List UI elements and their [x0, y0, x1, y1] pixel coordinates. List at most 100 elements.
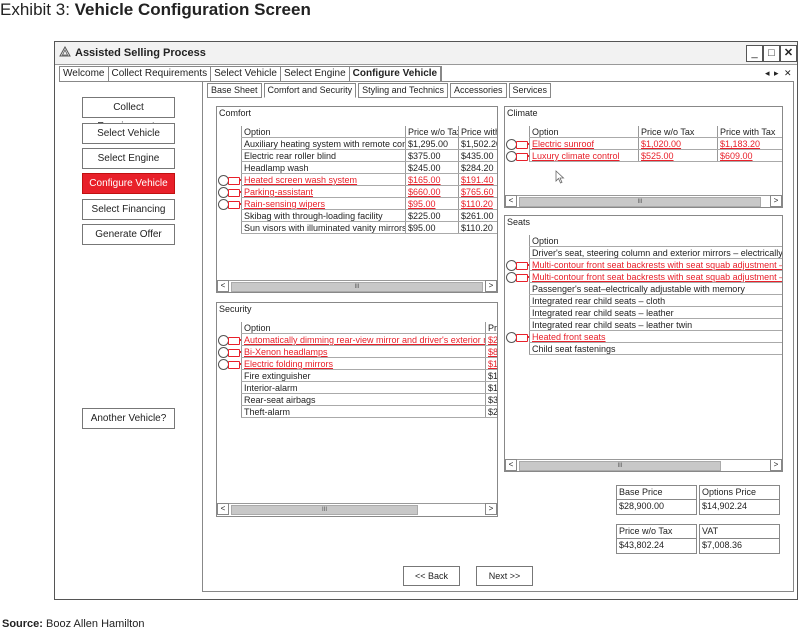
comfort-option-row[interactable]: Parking-assistant $660.00 $765.60 [217, 186, 497, 198]
climate-header-row: Option Price w/o Tax Price with Tax [505, 126, 782, 138]
tab-select-vehicle[interactable]: Select Vehicle [211, 67, 281, 81]
comfort-option-row[interactable]: Auxiliary heating system with remote con… [217, 138, 497, 150]
source-text: Booz Allen Hamilton [42, 618, 145, 630]
config-tabs: Base Sheet Comfort and Security Styling … [207, 83, 553, 98]
scroll-left-icon[interactable]: < [505, 459, 517, 471]
tab-close-icon[interactable]: ✕ [784, 68, 792, 79]
security-hscrollbar[interactable]: < III > [217, 503, 497, 515]
exhibit-heading: Exhibit 3: Vehicle Configuration Screen [0, 0, 311, 20]
climate-option-row[interactable]: Electric sunroof $1,020.00 $1,183.20 [505, 138, 782, 150]
scroll-right-icon[interactable]: > [485, 503, 497, 515]
seats-option-row[interactable]: Heated front seats [505, 331, 782, 343]
vat-value: $7,008.36 [702, 540, 743, 550]
scroll-left-icon[interactable]: < [217, 280, 229, 292]
seats-option-row[interactable]: Integrated rear child seats – leather [505, 307, 782, 319]
selected-option-icon [228, 189, 242, 197]
exhibit-title: Vehicle Configuration Screen [74, 0, 311, 19]
selected-option-icon [516, 262, 530, 270]
climate-title: Climate [507, 108, 538, 118]
tab-select-engine[interactable]: Select Engine [281, 67, 350, 81]
comfort-hscrollbar[interactable]: < III > [217, 280, 497, 292]
seats-option-row[interactable]: Integrated rear child seats – cloth [505, 295, 782, 307]
selected-option-icon [516, 141, 530, 149]
price-wo-tax-label: Price w/o Tax [617, 525, 696, 539]
security-option-row[interactable]: Interior-alarm $1 [217, 382, 497, 394]
comfort-option-row[interactable]: Heated screen wash system $165.00 $191.40 [217, 174, 497, 186]
options-price-box: Options Price $14,902.24 [699, 485, 780, 515]
climate-hscrollbar[interactable]: < III > [505, 195, 782, 207]
source-note: Source: Booz Allen Hamilton [2, 618, 144, 630]
another-vehicle-button[interactable]: Another Vehicle? [82, 408, 175, 429]
selected-option-icon [228, 337, 242, 345]
sidebar-collect-requirements[interactable]: Collect Requirements [82, 97, 175, 132]
sidebar-generate-offer[interactable]: Generate Offer [82, 224, 175, 245]
exhibit-prefix: Exhibit 3: [0, 0, 75, 19]
scroll-thumb[interactable]: III [519, 197, 761, 207]
scroll-right-icon[interactable]: > [770, 459, 782, 471]
comfort-option-row[interactable]: Sun visors with illuminated vanity mirro… [217, 222, 497, 234]
maximize-button[interactable]: □ [763, 45, 780, 62]
options-price-value: $14,902.24 [702, 501, 748, 511]
seats-option-row[interactable]: Driver's seat, steering column and exter… [505, 247, 782, 259]
tab-welcome[interactable]: Welcome [60, 67, 109, 81]
selected-option-icon [228, 349, 242, 357]
vat-box: VAT $7,008.36 [699, 524, 780, 554]
scroll-thumb[interactable]: III [231, 505, 418, 515]
app-window: Assisted Selling Process _ □ ✕ Welcome C… [54, 41, 798, 600]
scroll-right-icon[interactable]: > [485, 280, 497, 292]
tab-configure-vehicle[interactable]: Configure Vehicle [350, 67, 442, 81]
comfort-option-row[interactable]: Rain-sensing wipers $95.00 $110.20 [217, 198, 497, 210]
scroll-left-icon[interactable]: < [217, 503, 229, 515]
seats-title: Seats [507, 217, 531, 227]
tab-services[interactable]: Services [508, 83, 552, 98]
comfort-option-row[interactable]: Headlamp wash $245.00 $284.20 [217, 162, 497, 174]
security-option-row[interactable]: Automatically dimming rear-view mirror a… [217, 334, 497, 346]
minimize-button[interactable]: _ [746, 45, 763, 62]
comfort-option-row[interactable]: Electric rear roller blind $375.00 $435.00 [217, 150, 497, 162]
climate-option-row[interactable]: Luxury climate control $525.00 $609.00 [505, 150, 782, 162]
seats-option-row[interactable]: Child seat fastenings [505, 343, 782, 355]
price-wo-tax-value: $43,802.24 [619, 540, 665, 550]
scroll-right-icon[interactable]: > [770, 195, 782, 207]
seats-option-row[interactable]: Integrated rear child seats – leather tw… [505, 319, 782, 331]
security-panel: Security Option Pri Automatically dimmin… [216, 302, 498, 517]
sidebar-select-financing[interactable]: Select Financing [82, 199, 175, 220]
tab-scroll-left-icon[interactable]: ◂ [765, 68, 770, 79]
sidebar-configure-vehicle[interactable]: Configure Vehicle [82, 173, 175, 194]
price-wo-tax-box: Price w/o Tax $43,802.24 [616, 524, 697, 554]
security-title: Security [219, 304, 252, 314]
tab-styling-technics[interactable]: Styling and Technics [358, 83, 448, 98]
security-option-row[interactable]: Bi-Xenon headlamps $8 [217, 346, 497, 358]
process-tabs: Welcome Collect Requirements Select Vehi… [59, 66, 443, 82]
security-option-row[interactable]: Theft-alarm $2 [217, 406, 497, 418]
seats-option-row[interactable]: Passenger's seat–electrically adjustable… [505, 283, 782, 295]
next-button[interactable]: Next >> [476, 566, 533, 586]
seats-option-row[interactable]: Multi-contour front seat backrests with … [505, 259, 782, 271]
comfort-option-row[interactable]: Skibag with through-loading facility $225… [217, 210, 497, 222]
source-label: Source: [2, 618, 43, 630]
comfort-panel: Comfort Option Price w/o Tax Price with … [216, 106, 498, 293]
security-option-row[interactable]: Fire extinguisher $1 [217, 370, 497, 382]
tab-collect-requirements[interactable]: Collect Requirements [109, 67, 212, 81]
scroll-left-icon[interactable]: < [505, 195, 517, 207]
sidebar-select-engine[interactable]: Select Engine [82, 148, 175, 169]
tab-comfort-security[interactable]: Comfort and Security [263, 83, 357, 98]
tab-base-sheet[interactable]: Base Sheet [207, 83, 262, 98]
seats-option-row[interactable]: Multi-contour front seat backrests with … [505, 271, 782, 283]
seats-header-row: Option [505, 235, 782, 247]
selected-option-icon [516, 153, 530, 161]
vat-label: VAT [700, 525, 779, 539]
close-button[interactable]: ✕ [780, 45, 797, 62]
base-price-box: Base Price $28,900.00 [616, 485, 697, 515]
sidebar-select-vehicle[interactable]: Select Vehicle [82, 123, 175, 144]
security-option-row[interactable]: Electric folding mirrors $1 [217, 358, 497, 370]
scroll-thumb[interactable]: III [519, 461, 721, 471]
back-button[interactable]: << Back [403, 566, 460, 586]
scroll-thumb[interactable]: III [231, 282, 483, 292]
security-option-row[interactable]: Rear-seat airbags $3 [217, 394, 497, 406]
base-price-label: Base Price [617, 486, 696, 500]
seats-hscrollbar[interactable]: < III > [505, 459, 782, 471]
app-logo-icon [59, 46, 71, 57]
tab-scroll-right-icon[interactable]: ▸ [774, 68, 779, 79]
tab-accessories[interactable]: Accessories [449, 83, 507, 98]
